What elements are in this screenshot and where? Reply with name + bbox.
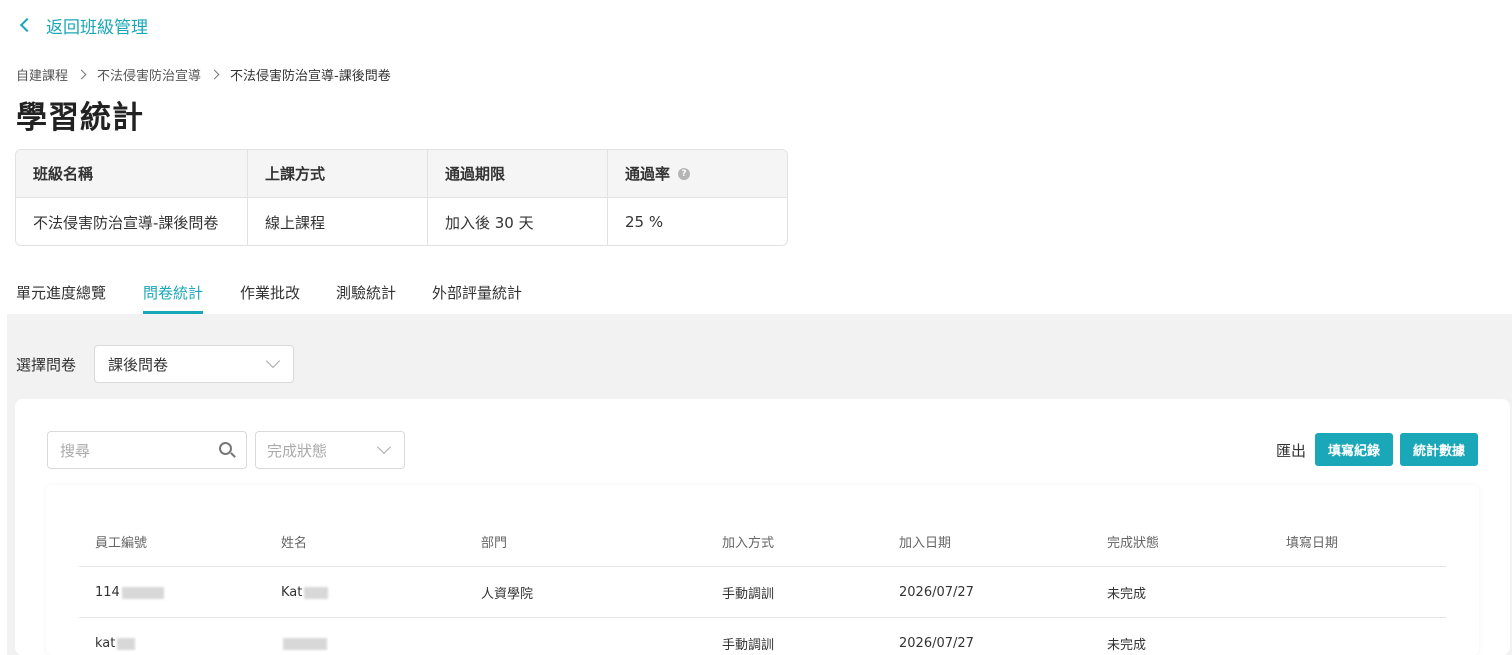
table-header-row: 員工編號 姓名 部門 加入方式 加入日期 完成狀態 填寫日期 (79, 516, 1446, 567)
search-placeholder: 搜尋 (60, 441, 91, 460)
cell-join-date: 2026/07/27 (899, 636, 974, 651)
survey-select-value: 課後問卷 (108, 355, 169, 374)
summary-pass-rate: 25 % (625, 213, 664, 231)
breadcrumb: 自建課程 不法侵害防治宣導 不法侵害防治宣導-課後問卷 (16, 64, 391, 84)
employee-id-text: kat (95, 636, 116, 651)
breadcrumb-item-current: 不法侵害防治宣導-課後問卷 (230, 68, 391, 84)
redacted-mask (117, 637, 136, 650)
search-icon[interactable] (219, 442, 232, 455)
cell-status: 未完成 (1107, 587, 1147, 602)
column-header-join-method[interactable]: 加入方式 (722, 516, 774, 567)
redacted-mask (283, 637, 327, 650)
export-label: 匯出 (1276, 442, 1307, 460)
employee-id-text: 114 (95, 585, 120, 600)
pass-rate-header-label: 通過率 (625, 165, 671, 183)
tab-homework-grading[interactable]: 作業批改 (240, 270, 300, 314)
summary-header-row: 班級名稱 上課方式 通過期限 通過率 ? (16, 150, 787, 198)
table-row[interactable]: kat 手動調訓 2026/07/27 未完成 (79, 618, 1446, 655)
back-to-class-management-link[interactable]: 返回班級管理 (16, 12, 148, 38)
column-header-department[interactable]: 部門 (481, 516, 507, 567)
survey-stats-card: 搜尋 完成狀態 匯出 填寫紀錄 統計數據 員工編號 姓名 部門 加入方式 加入日… (15, 399, 1510, 655)
summary-class-name: 不法侵害防治宣導-課後問卷 (16, 198, 248, 245)
column-header-name[interactable]: 姓名 (281, 516, 307, 567)
survey-select-label: 選擇問卷 (16, 356, 77, 374)
cell-join-method: 手動調訓 (722, 587, 775, 602)
back-link-label: 返回班級管理 (46, 17, 148, 38)
name-text: Kat (281, 585, 303, 600)
tab-survey-stats[interactable]: 問卷統計 (143, 270, 204, 314)
chevron-left-icon (19, 17, 35, 33)
summary-header-pass-rate: 通過率 ? (608, 150, 787, 197)
chevron-right-icon (209, 69, 220, 79)
summary-header-deadline: 通過期限 (428, 150, 608, 197)
chevron-down-icon (376, 439, 392, 455)
column-header-join-date[interactable]: 加入日期 (899, 516, 951, 567)
export-record-button[interactable]: 填寫紀錄 (1315, 433, 1393, 466)
status-placeholder: 完成狀態 (267, 441, 328, 460)
stats-tabs: 單元進度總覽 問卷統計 作業批改 測驗統計 外部評量統計 (0, 270, 1512, 314)
cell-name: Kat (281, 567, 329, 618)
tab-unit-progress[interactable]: 單元進度總覽 (16, 270, 106, 314)
page-title: 學習統計 (16, 100, 144, 136)
class-summary-table: 班級名稱 上課方式 通過期限 通過率 ? 不法侵害防治宣導-課後問卷 線上課程 … (15, 149, 788, 246)
summary-value-row: 不法侵害防治宣導-課後問卷 線上課程 加入後 30 天 25 % (16, 198, 787, 245)
tab-external-assessment[interactable]: 外部評量統計 (432, 270, 522, 314)
table-row[interactable]: 114 Kat 人資學院 手動調訓 2026/07/27 未完成 (79, 567, 1446, 618)
cell-employee-id: 114 (95, 567, 164, 618)
summary-header-method: 上課方式 (248, 150, 428, 197)
redacted-mask (121, 586, 164, 599)
breadcrumb-item-course[interactable]: 自建課程 (16, 65, 68, 84)
survey-select[interactable]: 課後問卷 (94, 345, 294, 383)
chevron-down-icon (265, 353, 281, 369)
question-circle-icon[interactable]: ? (678, 167, 691, 180)
summary-header-class-name: 班級名稱 (16, 150, 248, 197)
cell-join-date: 2026/07/27 (899, 585, 974, 600)
cell-status: 未完成 (1107, 638, 1147, 653)
tab-quiz-stats[interactable]: 測驗統計 (336, 270, 396, 314)
search-input[interactable]: 搜尋 (47, 431, 247, 469)
column-header-status[interactable]: 完成狀態 (1107, 516, 1159, 567)
cell-employee-id: kat (95, 618, 136, 655)
cell-department: 人資學院 (481, 587, 534, 602)
completion-status-select[interactable]: 完成狀態 (255, 431, 405, 469)
summary-method: 線上課程 (248, 198, 428, 245)
breadcrumb-item-topic[interactable]: 不法侵害防治宣導 (97, 65, 201, 84)
cell-join-method: 手動調訓 (722, 638, 775, 653)
summary-deadline: 加入後 30 天 (428, 198, 608, 245)
chevron-right-icon (76, 69, 87, 79)
redacted-mask (304, 586, 329, 599)
column-header-fill-date[interactable]: 填寫日期 (1286, 516, 1338, 567)
cell-name (281, 618, 327, 655)
column-header-employee-id[interactable]: 員工編號 (95, 516, 147, 567)
export-stats-button[interactable]: 統計數據 (1400, 433, 1478, 466)
participants-table: 員工編號 姓名 部門 加入方式 加入日期 完成狀態 填寫日期 114 Kat 人… (46, 485, 1479, 655)
